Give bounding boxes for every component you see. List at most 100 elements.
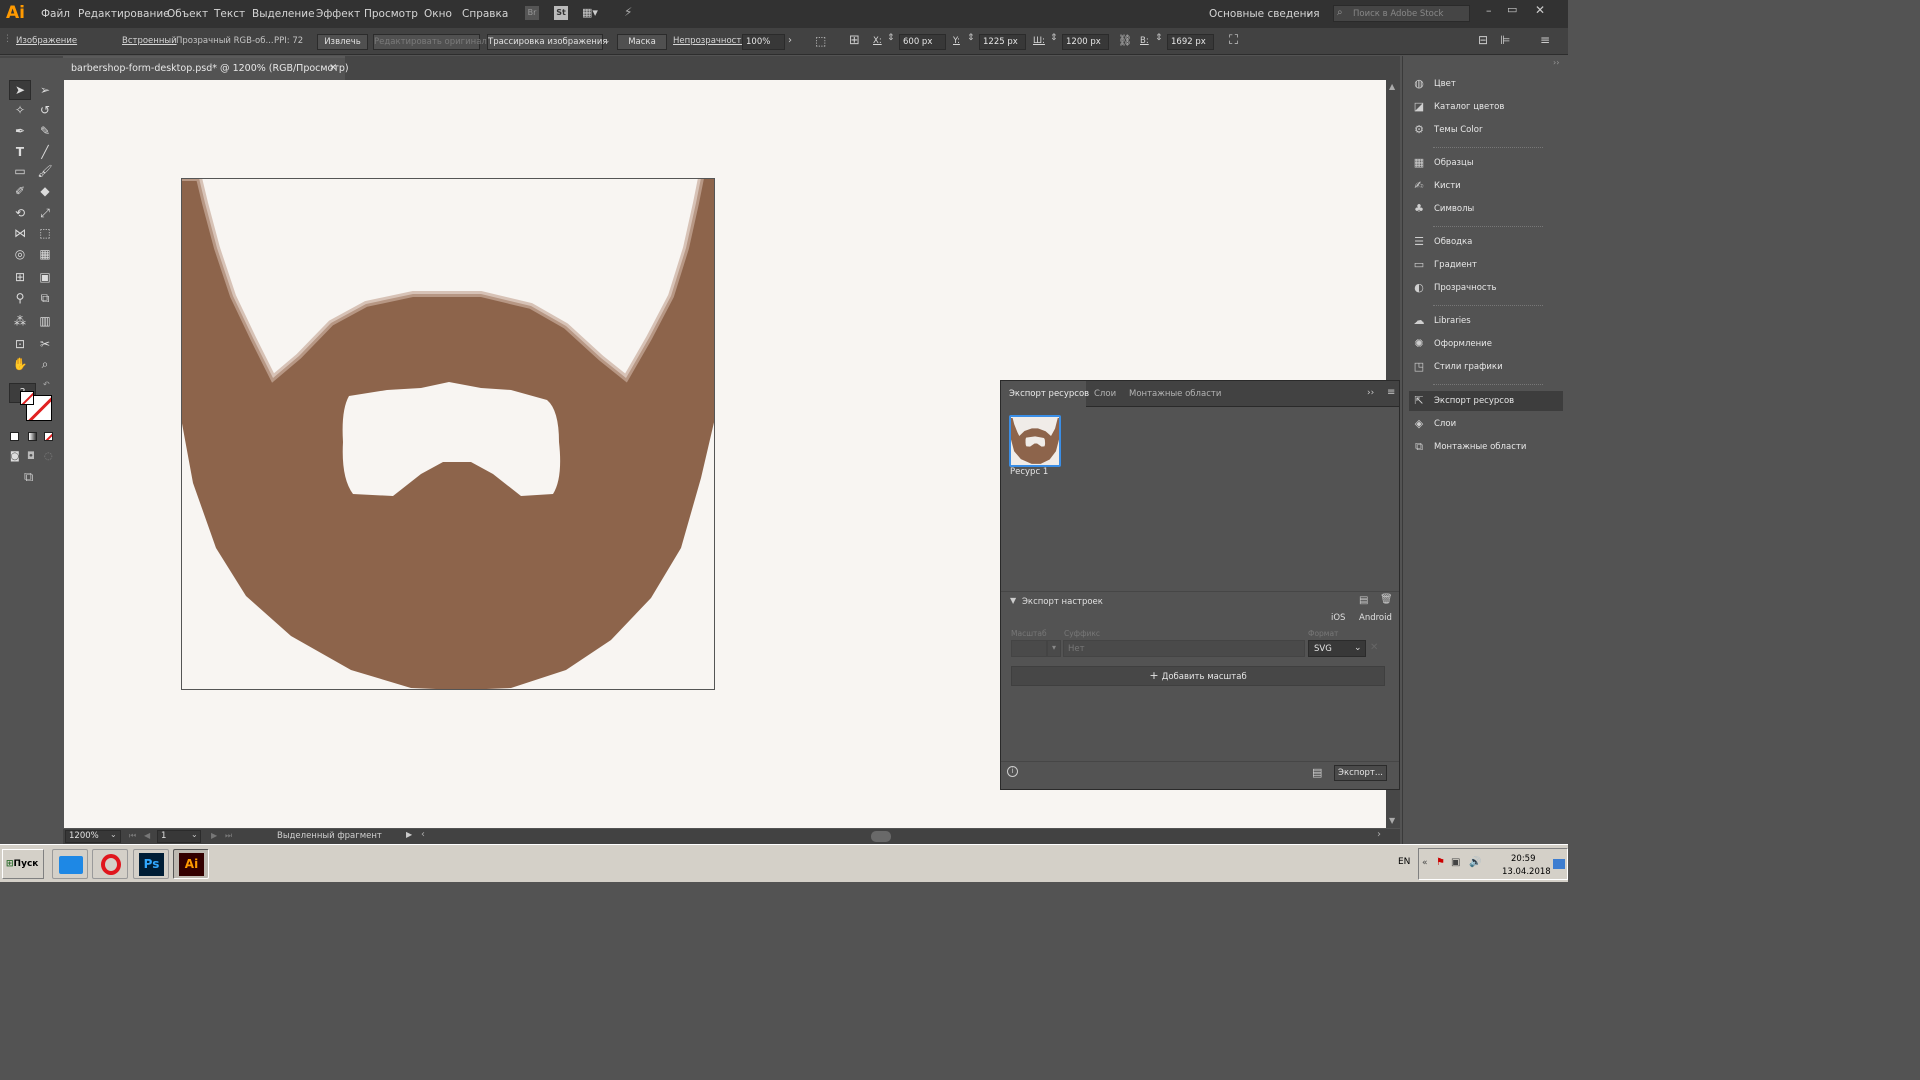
artboard-nav-next-icon[interactable]: ▶: [211, 831, 217, 840]
arrange-documents-icon[interactable]: ▦▾: [582, 6, 604, 20]
direct-selection-tool-icon[interactable]: ➢: [35, 81, 55, 99]
artboard-nav-prev-icon[interactable]: ◀: [144, 831, 150, 840]
panel-appearance[interactable]: ✺ Оформление: [1409, 334, 1563, 354]
width-stepper[interactable]: ⇕: [1050, 33, 1058, 43]
remove-scale-icon[interactable]: ✕: [1370, 642, 1378, 653]
width-tool-icon[interactable]: ⋈: [10, 224, 30, 242]
image-trace-button[interactable]: Трассировка изображения: [487, 34, 608, 50]
blend-tool-icon[interactable]: ⧉: [35, 289, 55, 307]
dock-expand-icon[interactable]: ››: [1553, 58, 1559, 67]
scale-field[interactable]: [1011, 640, 1047, 657]
opera-taskbar-button[interactable]: [92, 849, 128, 879]
embedded-link[interactable]: Встроенный: [122, 36, 177, 46]
menu-help[interactable]: Справка: [462, 8, 508, 20]
slice-tool-icon[interactable]: ✂: [35, 335, 55, 353]
eyedropper-tool-icon[interactable]: ⚲: [10, 289, 30, 307]
shape-builder-tool-icon[interactable]: ◎: [10, 245, 30, 263]
swap-fill-stroke-icon[interactable]: ↶: [43, 380, 50, 389]
trace-preset-dropdown-icon[interactable]: ⌄: [603, 36, 611, 46]
close-window-button[interactable]: ✕: [1535, 3, 1545, 17]
x-stepper[interactable]: ⇕: [887, 33, 895, 43]
menu-object[interactable]: Объект: [167, 8, 208, 20]
perspective-grid-tool-icon[interactable]: ▦: [35, 245, 55, 263]
distribute-icon[interactable]: ⊫: [1500, 33, 1510, 47]
transform-icon[interactable]: ⛶: [1229, 33, 1238, 48]
draw-behind-icon[interactable]: ◘: [27, 451, 35, 462]
collapse-panel-icon[interactable]: ››: [1367, 388, 1374, 398]
x-field[interactable]: 600 px: [899, 34, 946, 50]
scale-dropdown-icon[interactable]: ▾: [1047, 640, 1061, 657]
collapse-triangle-icon[interactable]: ▼: [1010, 596, 1016, 605]
opacity-label[interactable]: Непрозрачность:: [673, 36, 749, 46]
opacity-field[interactable]: 100%: [742, 34, 785, 50]
photoshop-taskbar-button[interactable]: Ps: [133, 849, 169, 879]
illustrator-taskbar-button[interactable]: Ai: [173, 849, 209, 879]
rotate-tool-icon[interactable]: ⟲: [10, 204, 30, 222]
artboard-dropdown-icon[interactable]: ⌄: [191, 830, 198, 839]
hand-tool-icon[interactable]: ✋: [10, 355, 30, 373]
draw-inside-icon[interactable]: ◌: [44, 451, 53, 462]
width-field[interactable]: 1200 px: [1062, 34, 1109, 50]
panel-menu-icon[interactable]: ≡: [1387, 387, 1395, 398]
panel-layers[interactable]: ◈ Слои: [1409, 414, 1563, 434]
mesh-tool-icon[interactable]: ⊞: [10, 268, 30, 286]
screen-mode-icon[interactable]: ⧉: [24, 470, 33, 485]
zoom-tool-icon[interactable]: ⌕: [35, 355, 55, 373]
panel-graphic-styles[interactable]: ◳ Стили графики: [1409, 357, 1563, 377]
chevron-right-icon[interactable]: ›: [788, 35, 792, 46]
document-close-button[interactable]: ×: [329, 62, 337, 73]
asset-thumbnail[interactable]: [1009, 415, 1061, 467]
panel-color-guide[interactable]: ◪ Каталог цветов: [1409, 97, 1563, 117]
horizontal-scroll-thumb[interactable]: [871, 831, 891, 842]
column-graph-tool-icon[interactable]: ▥: [35, 312, 55, 330]
scroll-left-icon[interactable]: ‹: [421, 829, 425, 840]
trash-icon[interactable]: 🗑: [1380, 594, 1393, 605]
menu-text[interactable]: Текст: [214, 8, 245, 20]
scroll-down-icon[interactable]: ▼: [1389, 816, 1395, 825]
ios-preset-button[interactable]: iOS: [1331, 613, 1345, 623]
info-icon[interactable]: i: [1007, 766, 1018, 777]
add-scale-button[interactable]: + Добавить масштаб: [1011, 666, 1385, 686]
bridge-icon[interactable]: Br: [525, 6, 539, 20]
panel-color-themes[interactable]: ⚙ Темы Color: [1409, 120, 1563, 140]
mask-button[interactable]: Маска: [617, 34, 667, 50]
y-field[interactable]: 1225 px: [979, 34, 1026, 50]
panel-libraries[interactable]: ☁ Libraries: [1409, 311, 1563, 331]
panel-group-divider[interactable]: [1433, 147, 1543, 149]
rectangle-tool-icon[interactable]: ▭: [10, 162, 30, 180]
menu-window[interactable]: Окно: [424, 8, 452, 20]
edit-original-button[interactable]: Редактировать оригинал: [373, 34, 487, 50]
menu-file[interactable]: Файл: [41, 8, 70, 20]
lasso-tool-icon[interactable]: ↺: [35, 101, 55, 119]
menu-edit[interactable]: Редактирование: [78, 8, 170, 20]
menu-view[interactable]: Просмотр: [364, 8, 418, 20]
gpu-performance-icon[interactable]: ⚡: [624, 5, 640, 21]
panel-group-divider[interactable]: [1433, 305, 1543, 307]
export-button[interactable]: Экспорт...: [1334, 765, 1387, 781]
zoom-dropdown-icon[interactable]: ⌄: [110, 830, 117, 839]
menu-effect[interactable]: Эффект: [316, 8, 360, 20]
clock-date[interactable]: 13.04.2018: [1502, 867, 1551, 877]
line-tool-icon[interactable]: ╱: [35, 143, 55, 161]
show-desktop-icon[interactable]: [1553, 859, 1565, 869]
tab-artboards[interactable]: Монтажные области: [1129, 389, 1221, 399]
suffix-field[interactable]: Нет: [1063, 640, 1305, 657]
curvature-tool-icon[interactable]: ✎: [35, 122, 55, 140]
panel-artboards[interactable]: ⧉ Монтажные области: [1409, 437, 1563, 457]
color-mode-icon[interactable]: [10, 432, 19, 441]
android-preset-button[interactable]: Android: [1359, 613, 1392, 623]
draw-normal-icon[interactable]: ◙: [10, 451, 20, 462]
export-settings-icon[interactable]: ▤: [1312, 766, 1322, 779]
image-label[interactable]: Изображение: [16, 36, 77, 46]
beard-image[interactable]: [181, 178, 715, 690]
artboard-nav-last-icon[interactable]: ⏭: [225, 831, 232, 841]
format-select[interactable]: SVG ⌄: [1308, 640, 1366, 657]
free-transform-tool-icon[interactable]: ⬚: [35, 224, 55, 242]
reference-point-icon[interactable]: ⊞: [849, 33, 860, 48]
artboard-tool-icon[interactable]: ⊡: [10, 335, 30, 353]
stock-icon[interactable]: St: [554, 6, 568, 20]
align-icon[interactable]: ⊟: [1478, 33, 1488, 47]
tray-expand-icon[interactable]: «: [1422, 858, 1428, 868]
panel-swatches[interactable]: ▦ Образцы: [1409, 153, 1563, 173]
asset-name[interactable]: Ресурс 1: [1010, 467, 1048, 477]
